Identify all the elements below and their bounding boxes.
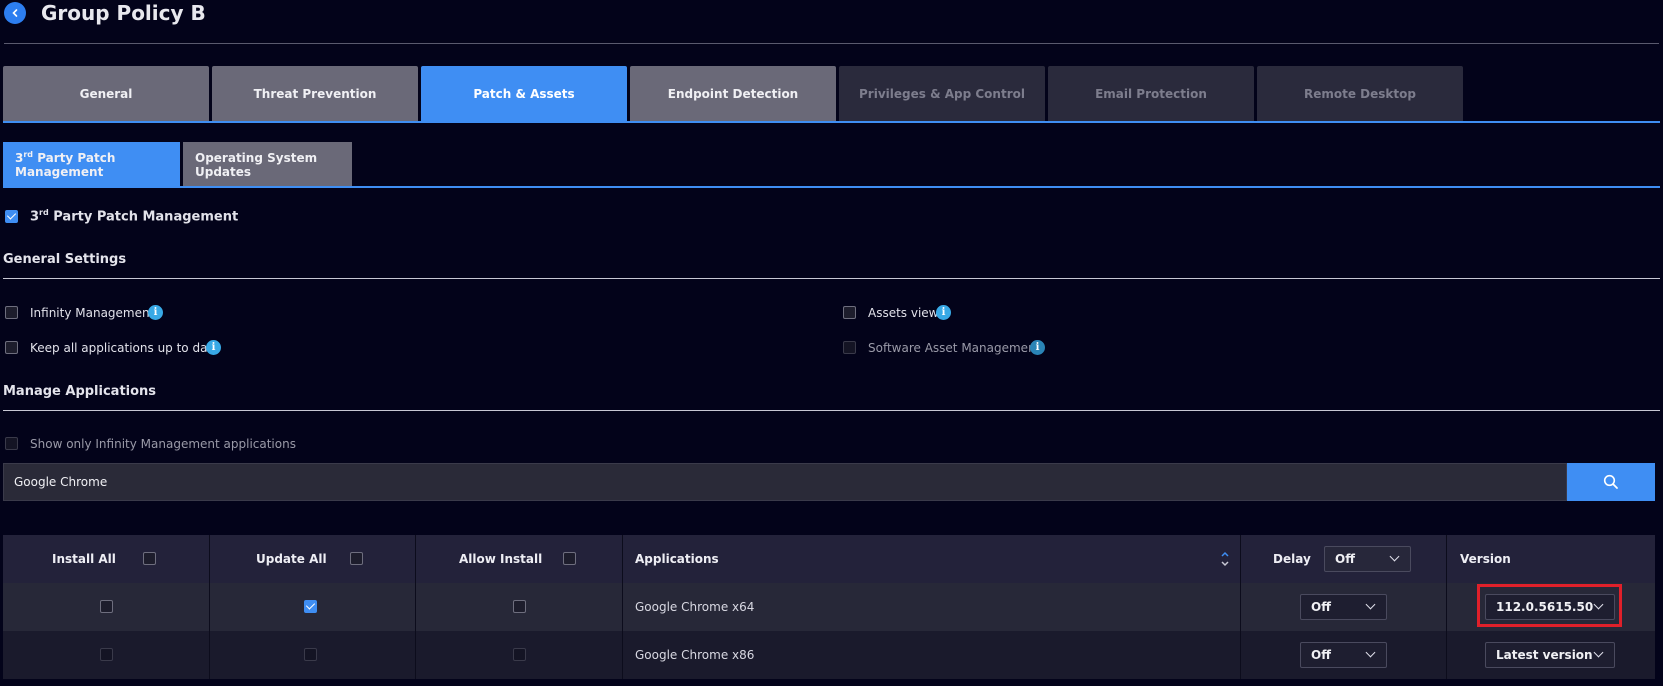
sort-icon[interactable] (1220, 549, 1230, 569)
app-name: Google Chrome x64 (635, 600, 755, 614)
row-install-cell (3, 631, 210, 679)
search-button[interactable] (1567, 463, 1655, 501)
table-row: Google Chrome x86 Off Latest version (3, 631, 1655, 679)
row-allow-checkbox[interactable] (513, 648, 526, 661)
allow-install-label: Allow Install (459, 552, 543, 566)
row-app-cell: Google Chrome x64 (623, 583, 1241, 631)
header-delay: Delay Off (1241, 535, 1447, 583)
infinity-management-label: Infinity Management (30, 306, 155, 320)
tab-email-protection[interactable]: Email Protection (1048, 66, 1254, 122)
subtab-third-party-patch[interactable]: 3rd Party Patch Management (3, 142, 180, 187)
tab-patch-assets[interactable]: Patch & Assets (421, 66, 627, 122)
row-install-checkbox[interactable] (100, 648, 113, 661)
update-all-checkbox[interactable] (350, 552, 363, 565)
manage-applications-title: Manage Applications (3, 384, 157, 399)
row-delay-cell: Off (1241, 583, 1447, 631)
tab-endpoint-detection[interactable]: Endpoint Detection (630, 66, 836, 122)
row-delay-cell: Off (1241, 631, 1447, 679)
keep-up-to-date-info-icon[interactable]: i (206, 340, 221, 355)
header-version: Version (1447, 535, 1655, 583)
row-update-checkbox[interactable] (304, 648, 317, 661)
row-version-value: Latest version (1496, 648, 1593, 662)
assets-view-checkbox[interactable] (843, 306, 856, 319)
tab-general[interactable]: General (3, 66, 209, 122)
show-only-infinity-label: Show only Infinity Management applicatio… (30, 437, 296, 451)
infinity-management-checkbox[interactable] (5, 306, 18, 319)
tab-threat-prevention[interactable]: Threat Prevention (212, 66, 418, 122)
row-update-checkbox[interactable] (304, 600, 317, 613)
table-header-row: Install All Update All Allow Install App… (3, 535, 1655, 583)
row-install-checkbox[interactable] (100, 600, 113, 613)
header-allow-install: Allow Install (416, 535, 623, 583)
install-all-checkbox[interactable] (143, 552, 156, 565)
app-name: Google Chrome x86 (635, 648, 755, 662)
back-button[interactable] (4, 2, 26, 24)
third-party-patch-checkbox[interactable] (5, 210, 18, 223)
general-settings-divider (3, 278, 1660, 279)
row-allow-cell (416, 583, 623, 631)
subtab-third-party-label: 3rd Party Patch Management (15, 150, 116, 179)
header-update-all: Update All (210, 535, 416, 583)
allow-install-checkbox[interactable] (563, 552, 576, 565)
assets-view-info-icon[interactable]: i (936, 305, 951, 320)
delay-all-dropdown[interactable]: Off (1324, 546, 1411, 572)
version-label: Version (1460, 552, 1511, 566)
sub-tabs: 3rd Party Patch Management Operating Sys… (3, 142, 355, 187)
chevron-left-icon (12, 9, 18, 17)
header-applications[interactable]: Applications (623, 535, 1241, 583)
header-divider (4, 43, 1659, 44)
assets-view-label: Assets view (868, 306, 939, 320)
version-highlight-box (1477, 584, 1622, 627)
tab-remote-desktop[interactable]: Remote Desktop (1257, 66, 1463, 122)
software-asset-management-label: Software Asset Management (868, 341, 1041, 355)
chevron-down-icon (1365, 647, 1376, 658)
general-settings-title: General Settings (3, 252, 127, 267)
delay-label: Delay (1273, 552, 1311, 566)
infinity-management-info-icon[interactable]: i (148, 305, 163, 320)
row-version-dropdown[interactable]: Latest version (1485, 642, 1615, 668)
software-asset-management-checkbox[interactable] (843, 341, 856, 354)
row-version-cell: Latest version (1447, 631, 1655, 679)
show-only-infinity-checkbox[interactable] (5, 437, 18, 450)
main-tabs: General Threat Prevention Patch & Assets… (3, 66, 1466, 122)
row-delay-dropdown[interactable]: Off (1300, 594, 1387, 620)
applications-table: Install All Update All Allow Install App… (3, 535, 1655, 679)
row-delay-value: Off (1311, 600, 1331, 614)
page-title: Group Policy B (41, 1, 206, 25)
manage-applications-divider (3, 410, 1660, 411)
main-tabs-underline (3, 121, 1660, 123)
chevron-down-icon (1389, 551, 1400, 562)
install-all-label: Install All (52, 552, 116, 566)
applications-label: Applications (635, 552, 719, 566)
row-install-cell (3, 583, 210, 631)
header-install-all: Install All (3, 535, 210, 583)
row-update-cell (210, 631, 416, 679)
table-row: Google Chrome x64 Off 112.0.5615.50 (3, 583, 1655, 631)
row-app-cell: Google Chrome x86 (623, 631, 1241, 679)
search-icon (1603, 474, 1618, 489)
software-asset-management-info-icon[interactable]: i (1030, 340, 1045, 355)
chevron-down-icon (1593, 647, 1604, 658)
sub-tabs-underline (3, 186, 1660, 188)
keep-up-to-date-label: Keep all applications up to date (30, 341, 220, 355)
third-party-patch-label: 3rd Party Patch Management (30, 208, 239, 225)
row-allow-cell (416, 631, 623, 679)
row-delay-value: Off (1311, 648, 1331, 662)
delay-all-value: Off (1335, 552, 1355, 566)
row-delay-dropdown[interactable]: Off (1300, 642, 1387, 668)
subtab-os-updates[interactable]: Operating System Updates (183, 142, 352, 187)
keep-up-to-date-checkbox[interactable] (5, 341, 18, 354)
application-search-input[interactable] (3, 463, 1567, 501)
tab-privileges-app-control[interactable]: Privileges & App Control (839, 66, 1045, 122)
row-allow-checkbox[interactable] (513, 600, 526, 613)
chevron-down-icon (1365, 599, 1376, 610)
row-update-cell (210, 583, 416, 631)
update-all-label: Update All (256, 552, 327, 566)
